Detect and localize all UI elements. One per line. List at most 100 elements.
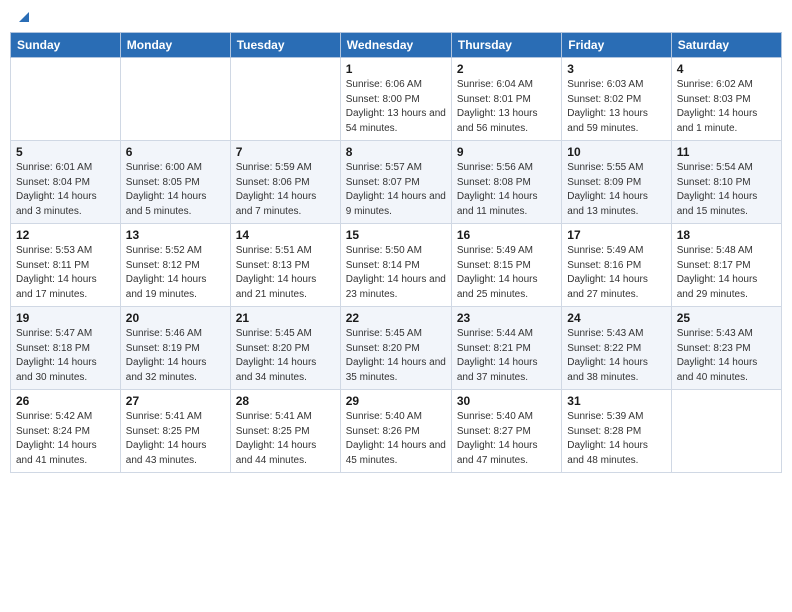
day-number: 6 xyxy=(126,145,225,159)
calendar-cell: 18 Sunrise: 5:48 AM Sunset: 8:17 PM Dayli… xyxy=(671,224,781,307)
calendar-cell: 16 Sunrise: 5:49 AM Sunset: 8:15 PM Dayli… xyxy=(451,224,561,307)
day-number: 31 xyxy=(567,394,665,408)
day-number: 5 xyxy=(16,145,115,159)
day-info: Sunrise: 5:41 AM Sunset: 8:25 PM Dayligh… xyxy=(126,410,225,468)
day-number: 9 xyxy=(457,145,556,159)
calendar-cell: 10 Sunrise: 5:55 AM Sunset: 8:09 PM Dayli… xyxy=(562,141,671,224)
day-info: Sunrise: 6:01 AM Sunset: 8:04 PM Dayligh… xyxy=(16,161,115,219)
calendar-cell: 30 Sunrise: 5:40 AM Sunset: 8:27 PM Dayli… xyxy=(451,390,561,473)
day-number: 10 xyxy=(567,145,665,159)
day-info: Sunrise: 5:56 AM Sunset: 8:08 PM Dayligh… xyxy=(457,161,556,219)
calendar-cell: 17Sunrise: 5:49 AM Sunset: 8:16 PM Dayli… xyxy=(562,224,671,307)
calendar-cell: 19 Sunrise: 5:47 AM Sunset: 8:18 PM Dayli… xyxy=(11,307,121,390)
page-header xyxy=(10,10,782,24)
day-info: Sunrise: 6:04 AM Sunset: 8:01 PM Dayligh… xyxy=(457,78,556,136)
day-number: 11 xyxy=(677,145,776,159)
calendar-cell: 21 Sunrise: 5:45 AM Sunset: 8:20 PM Dayli… xyxy=(230,307,340,390)
day-info: Sunrise: 5:43 AM Sunset: 8:23 PM Dayligh… xyxy=(677,327,776,385)
day-info: Sunrise: 5:44 AM Sunset: 8:21 PM Dayligh… xyxy=(457,327,556,385)
day-info: Sunrise: 6:00 AM Sunset: 8:05 PM Dayligh… xyxy=(126,161,225,219)
day-number: 27 xyxy=(126,394,225,408)
day-info: Sunrise: 6:06 AM Sunset: 8:00 PM Dayligh… xyxy=(346,78,446,136)
day-number: 12 xyxy=(16,228,115,242)
day-number: 24 xyxy=(567,311,665,325)
day-info: Sunrise: 5:45 AM Sunset: 8:20 PM Dayligh… xyxy=(236,327,335,385)
calendar-cell: 13 Sunrise: 5:52 AM Sunset: 8:12 PM Dayli… xyxy=(120,224,230,307)
day-info: Sunrise: 5:57 AM Sunset: 8:07 PM Dayligh… xyxy=(346,161,446,219)
weekday-header-tuesday: Tuesday xyxy=(230,33,340,58)
weekday-header-sunday: Sunday xyxy=(11,33,121,58)
day-number: 22 xyxy=(346,311,446,325)
day-number: 20 xyxy=(126,311,225,325)
day-number: 14 xyxy=(236,228,335,242)
day-info: Sunrise: 5:47 AM Sunset: 8:18 PM Dayligh… xyxy=(16,327,115,385)
calendar-cell: 20 Sunrise: 5:46 AM Sunset: 8:19 PM Dayli… xyxy=(120,307,230,390)
calendar-cell: 9 Sunrise: 5:56 AM Sunset: 8:08 PM Daylig… xyxy=(451,141,561,224)
day-number: 13 xyxy=(126,228,225,242)
calendar-cell: 11 Sunrise: 5:54 AM Sunset: 8:10 PM Dayli… xyxy=(671,141,781,224)
day-info: Sunrise: 5:53 AM Sunset: 8:11 PM Dayligh… xyxy=(16,244,115,302)
day-number: 28 xyxy=(236,394,335,408)
day-info: Sunrise: 5:39 AM Sunset: 8:28 PM Dayligh… xyxy=(567,410,665,468)
logo xyxy=(14,10,33,24)
calendar-week-2: 5 Sunrise: 6:01 AM Sunset: 8:04 PM Daylig… xyxy=(11,141,782,224)
day-info: Sunrise: 5:51 AM Sunset: 8:13 PM Dayligh… xyxy=(236,244,335,302)
calendar-cell: 31 Sunrise: 5:39 AM Sunset: 8:28 PM Dayli… xyxy=(562,390,671,473)
day-number: 21 xyxy=(236,311,335,325)
day-info: Sunrise: 5:48 AM Sunset: 8:17 PM Dayligh… xyxy=(677,244,776,302)
day-info: Sunrise: 5:55 AM Sunset: 8:09 PM Dayligh… xyxy=(567,161,665,219)
day-number: 1 xyxy=(346,62,446,76)
calendar-cell xyxy=(671,390,781,473)
calendar-cell: 22 Sunrise: 5:45 AM Sunset: 8:20 PM Dayli… xyxy=(340,307,451,390)
calendar-cell: 27 Sunrise: 5:41 AM Sunset: 8:25 PM Dayli… xyxy=(120,390,230,473)
calendar-cell: 25 Sunrise: 5:43 AM Sunset: 8:23 PM Dayli… xyxy=(671,307,781,390)
weekday-header-thursday: Thursday xyxy=(451,33,561,58)
calendar-cell: 29 Sunrise: 5:40 AM Sunset: 8:26 PM Dayli… xyxy=(340,390,451,473)
day-info: Sunrise: 5:50 AM Sunset: 8:14 PM Dayligh… xyxy=(346,244,446,302)
calendar-cell: 1 Sunrise: 6:06 AM Sunset: 8:00 PM Daylig… xyxy=(340,58,451,141)
calendar-cell: 3 Sunrise: 6:03 AM Sunset: 8:02 PM Daylig… xyxy=(562,58,671,141)
calendar-week-1: 1 Sunrise: 6:06 AM Sunset: 8:00 PM Daylig… xyxy=(11,58,782,141)
calendar-cell: 5 Sunrise: 6:01 AM Sunset: 8:04 PM Daylig… xyxy=(11,141,121,224)
calendar-week-5: 26Sunrise: 5:42 AM Sunset: 8:24 PM Dayli… xyxy=(11,390,782,473)
day-number: 15 xyxy=(346,228,446,242)
logo-icon xyxy=(15,8,33,26)
calendar-week-3: 12 Sunrise: 5:53 AM Sunset: 8:11 PM Dayli… xyxy=(11,224,782,307)
day-info: Sunrise: 5:59 AM Sunset: 8:06 PM Dayligh… xyxy=(236,161,335,219)
calendar-cell xyxy=(230,58,340,141)
day-info: Sunrise: 5:49 AM Sunset: 8:15 PM Dayligh… xyxy=(457,244,556,302)
day-number: 8 xyxy=(346,145,446,159)
calendar-cell: 23Sunrise: 5:44 AM Sunset: 8:21 PM Dayli… xyxy=(451,307,561,390)
weekday-header-saturday: Saturday xyxy=(671,33,781,58)
calendar-cell xyxy=(11,58,121,141)
calendar-cell: 12 Sunrise: 5:53 AM Sunset: 8:11 PM Dayli… xyxy=(11,224,121,307)
calendar-cell: 4Sunrise: 6:02 AM Sunset: 8:03 PM Daylig… xyxy=(671,58,781,141)
day-info: Sunrise: 5:45 AM Sunset: 8:20 PM Dayligh… xyxy=(346,327,446,385)
day-number: 18 xyxy=(677,228,776,242)
calendar-cell: 26Sunrise: 5:42 AM Sunset: 8:24 PM Dayli… xyxy=(11,390,121,473)
calendar-header-row: SundayMondayTuesdayWednesdayThursdayFrid… xyxy=(11,33,782,58)
day-number: 29 xyxy=(346,394,446,408)
day-info: Sunrise: 5:46 AM Sunset: 8:19 PM Dayligh… xyxy=(126,327,225,385)
day-number: 3 xyxy=(567,62,665,76)
weekday-header-friday: Friday xyxy=(562,33,671,58)
day-info: Sunrise: 5:54 AM Sunset: 8:10 PM Dayligh… xyxy=(677,161,776,219)
day-info: Sunrise: 5:43 AM Sunset: 8:22 PM Dayligh… xyxy=(567,327,665,385)
calendar-cell: 2Sunrise: 6:04 AM Sunset: 8:01 PM Daylig… xyxy=(451,58,561,141)
calendar-cell: 15 Sunrise: 5:50 AM Sunset: 8:14 PM Dayli… xyxy=(340,224,451,307)
day-info: Sunrise: 5:49 AM Sunset: 8:16 PM Dayligh… xyxy=(567,244,665,302)
calendar-table: SundayMondayTuesdayWednesdayThursdayFrid… xyxy=(10,32,782,473)
calendar-cell: 7Sunrise: 5:59 AM Sunset: 8:06 PM Daylig… xyxy=(230,141,340,224)
day-number: 19 xyxy=(16,311,115,325)
calendar-cell: 28Sunrise: 5:41 AM Sunset: 8:25 PM Dayli… xyxy=(230,390,340,473)
day-number: 26 xyxy=(16,394,115,408)
day-number: 25 xyxy=(677,311,776,325)
day-number: 4 xyxy=(677,62,776,76)
day-info: Sunrise: 5:52 AM Sunset: 8:12 PM Dayligh… xyxy=(126,244,225,302)
weekday-header-monday: Monday xyxy=(120,33,230,58)
day-number: 30 xyxy=(457,394,556,408)
day-number: 16 xyxy=(457,228,556,242)
day-info: Sunrise: 5:40 AM Sunset: 8:26 PM Dayligh… xyxy=(346,410,446,468)
day-info: Sunrise: 5:40 AM Sunset: 8:27 PM Dayligh… xyxy=(457,410,556,468)
day-info: Sunrise: 6:03 AM Sunset: 8:02 PM Dayligh… xyxy=(567,78,665,136)
